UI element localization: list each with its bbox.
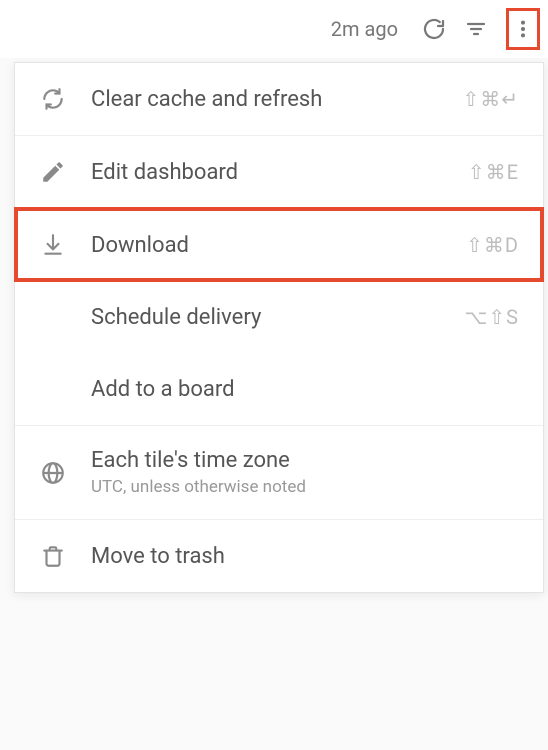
shortcut-label: ⇧⌘E [468, 160, 519, 184]
menu-item-label: Clear cache and refresh [91, 87, 438, 112]
toolbar: 2m ago [0, 0, 548, 58]
menu-item-edit-dashboard[interactable]: Edit dashboard ⇧⌘E [15, 135, 543, 208]
menu-item-label: Edit dashboard [91, 160, 444, 185]
trash-icon [39, 542, 67, 570]
menu-item-schedule-delivery[interactable]: Schedule delivery ⌥⇧S [15, 281, 543, 353]
menu-item-download[interactable]: Download ⇧⌘D [15, 208, 543, 281]
menu-item-label: Each tile's time zone [91, 448, 519, 473]
options-menu: Clear cache and refresh ⇧⌘↵ Edit dashboa… [14, 62, 544, 593]
filter-icon[interactable] [464, 17, 488, 41]
menu-item-label: Schedule delivery [91, 305, 440, 330]
menu-item-label: Move to trash [91, 544, 519, 569]
menu-item-move-to-trash[interactable]: Move to trash [15, 519, 543, 592]
more-options-button[interactable] [506, 8, 540, 50]
pencil-icon [39, 158, 67, 186]
shortcut-label: ⌥⇧S [464, 305, 519, 329]
menu-item-sublabel: UTC, unless otherwise noted [91, 477, 519, 497]
shortcut-label: ⇧⌘D [466, 233, 519, 257]
refresh-sync-icon [39, 85, 67, 113]
download-icon [39, 231, 67, 259]
refresh-icon[interactable] [422, 17, 446, 41]
timestamp: 2m ago [331, 17, 398, 41]
menu-item-label: Add to a board [91, 377, 519, 402]
menu-item-label: Download [91, 233, 442, 258]
menu-item-clear-cache[interactable]: Clear cache and refresh ⇧⌘↵ [15, 63, 543, 135]
shortcut-label: ⇧⌘↵ [462, 87, 519, 111]
menu-item-add-to-board[interactable]: Add to a board [15, 353, 543, 425]
menu-item-time-zone[interactable]: Each tile's time zone UTC, unless otherw… [15, 425, 543, 519]
globe-icon [39, 459, 67, 487]
